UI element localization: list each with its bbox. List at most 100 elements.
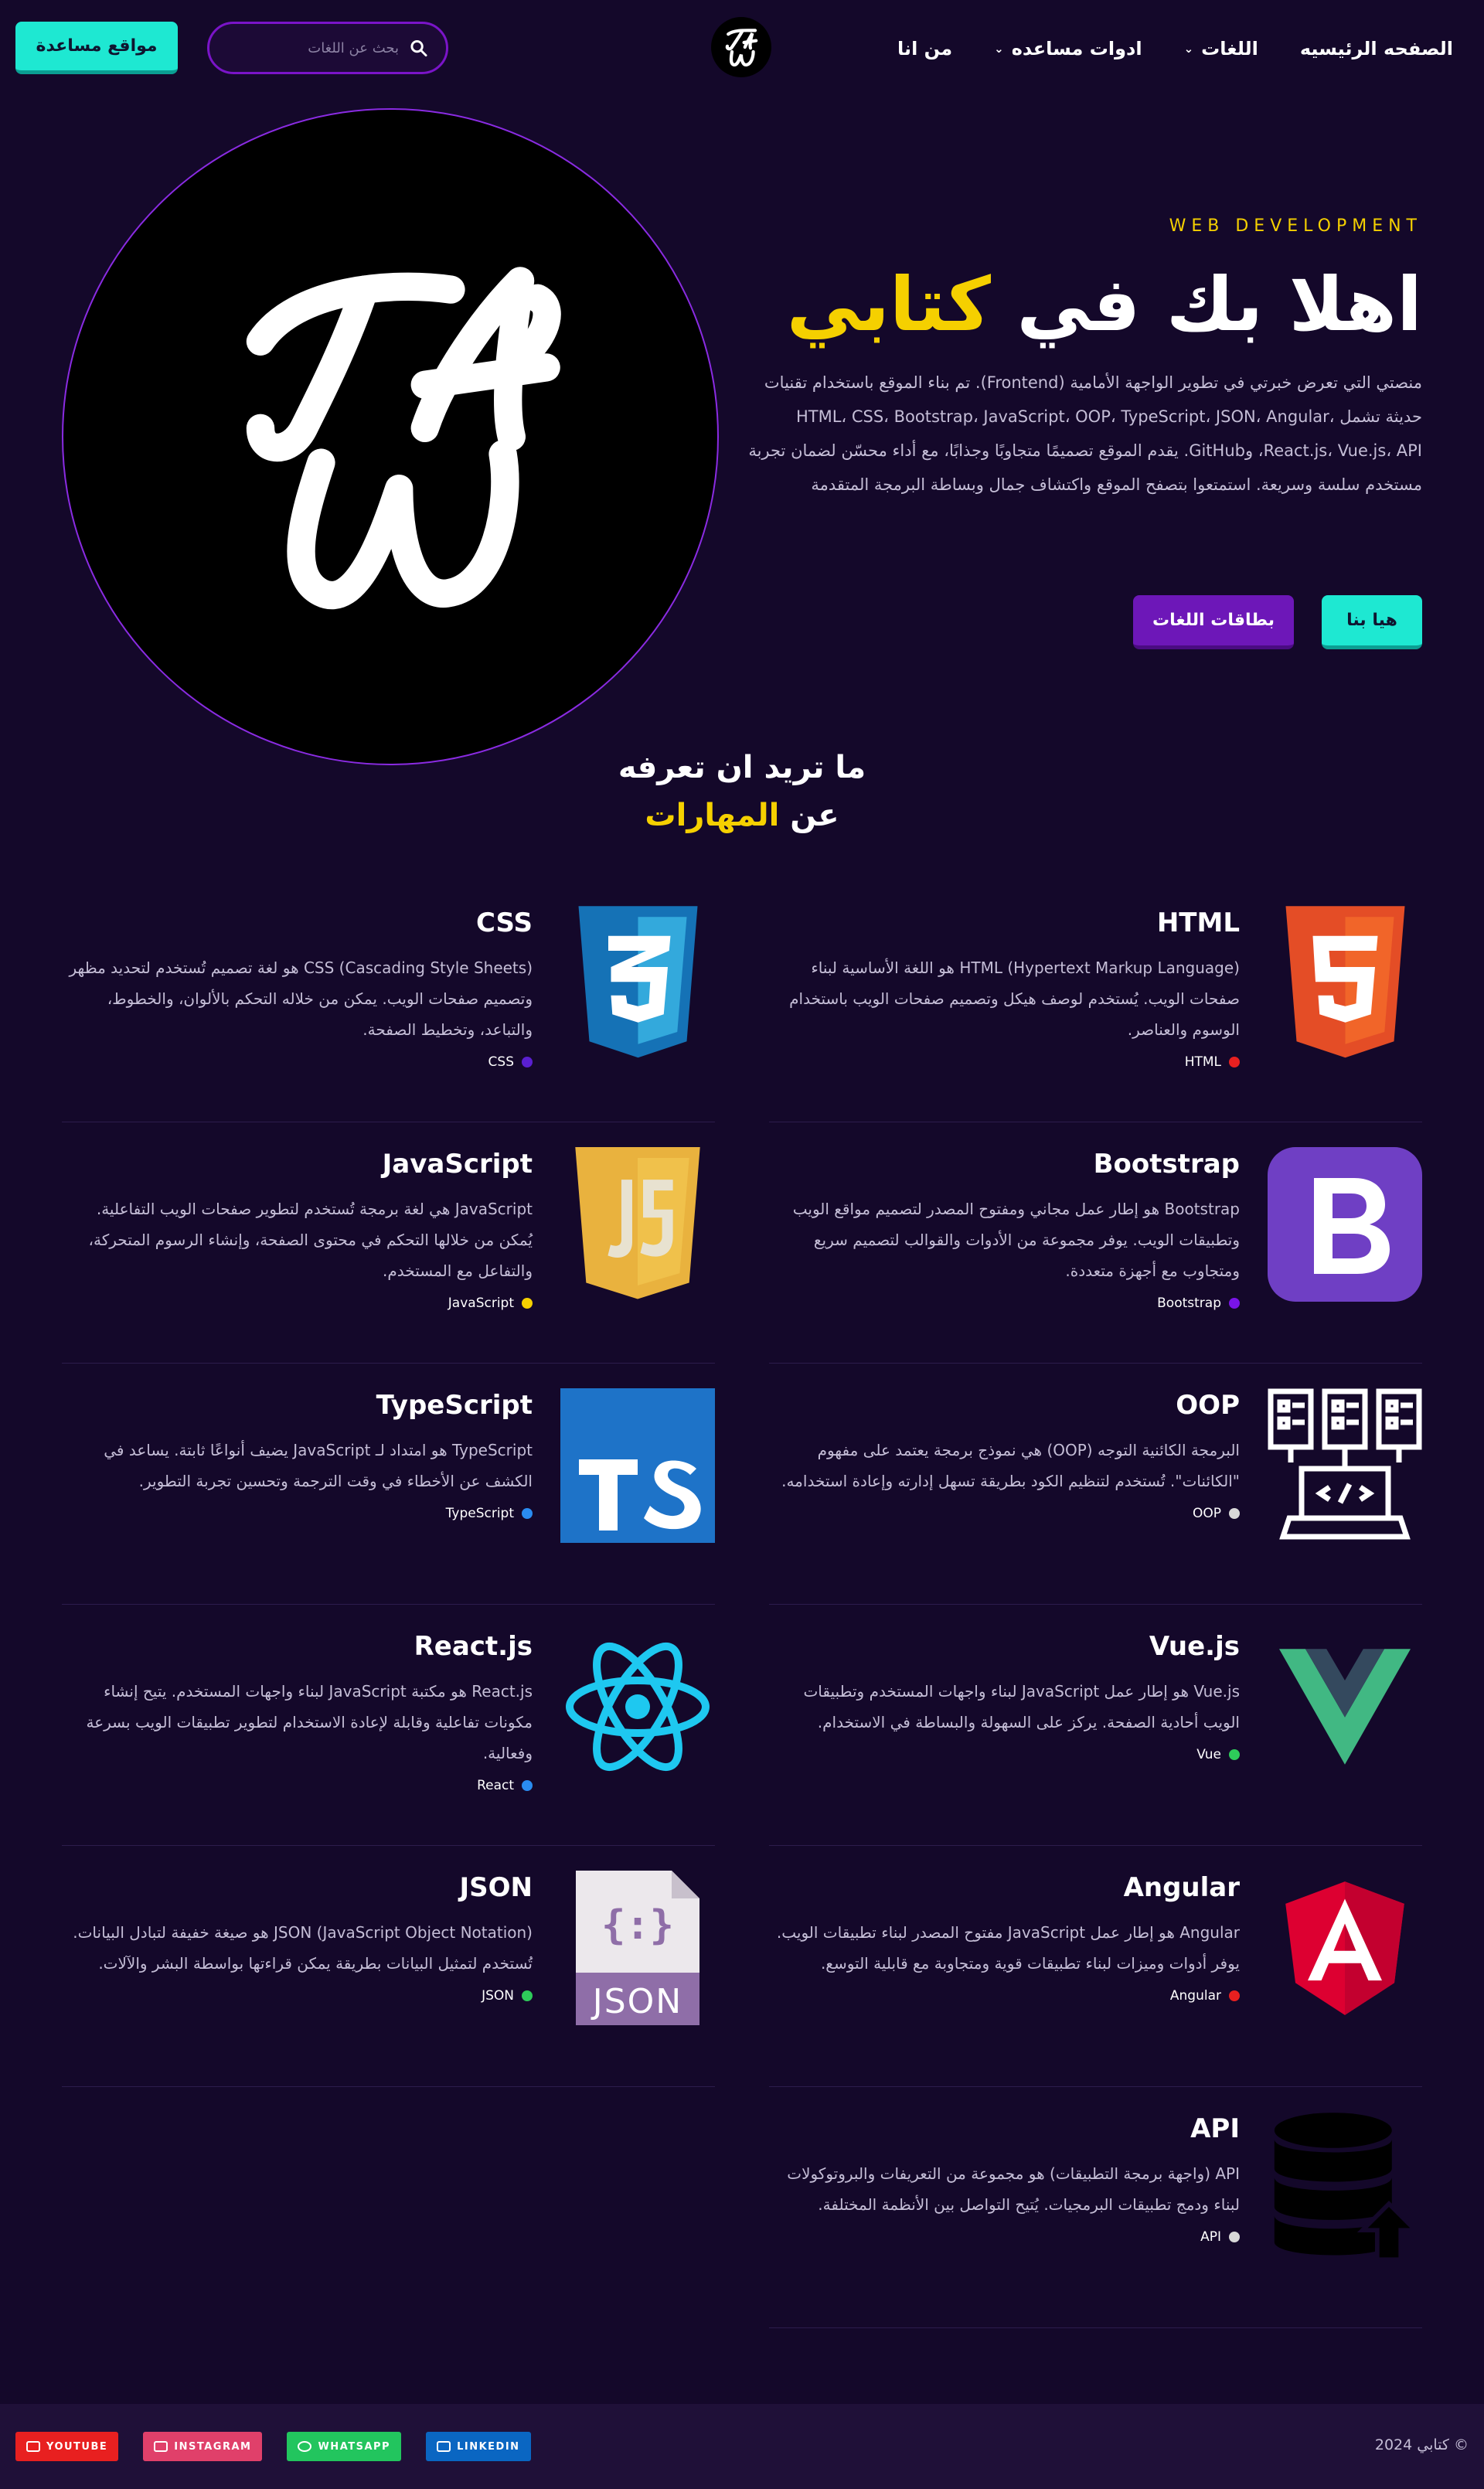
skills-heading-line2: عن المهارات [0, 792, 1484, 839]
search-input[interactable] [225, 39, 399, 56]
skill-description: JavaScript هي لغة برمجة تُستخدم لتطوير ص… [88, 1200, 533, 1280]
skill-description: Angular هو إطار عمل JavaScript مفتوح الم… [776, 1923, 1240, 1973]
skill-tag-label: Angular [1169, 1988, 1221, 2004]
whatsapp-link[interactable]: WHATSAPP [287, 2432, 402, 2461]
status-dot [522, 1780, 533, 1791]
nav-item-label: الصفحه الرئيسيه [1299, 38, 1453, 60]
skill-tag: Angular [769, 1988, 1240, 2004]
skill-title: JavaScript [382, 1149, 533, 1180]
skill-tag-label: HTML [1184, 1054, 1221, 1070]
skill-description: TypeScript هو امتداد لـ JavaScript يضيف … [104, 1441, 533, 1490]
react-icon [560, 1629, 715, 1784]
skill-card-angular[interactable]: Angular Angular هو إطار عمل JavaScript م… [769, 1846, 1422, 2087]
status-dot [522, 1990, 533, 2001]
skill-description: API (واجهة برمجة التطبيقات) هو مجموعة من… [787, 2164, 1240, 2214]
skill-card-html[interactable]: HTML HTML (Hypertext Markup Language) هو… [769, 881, 1422, 1122]
nav-item-label: ادوات مساعده [1011, 38, 1142, 60]
search-icon[interactable] [410, 39, 427, 57]
nav-item-about[interactable]: من انا [897, 38, 952, 60]
status-dot [522, 1057, 533, 1067]
hero-description: منصتي التي تعرض خبرتي في تطوير الواجهة ا… [748, 373, 1422, 495]
skill-card-json[interactable]: {:} JSON JSON JSON (JavaScript Object No… [62, 1846, 715, 2087]
nav-item-helper-tools[interactable]: ادوات مساعده ⌄ [994, 38, 1142, 60]
skill-tag: OOP [769, 1506, 1240, 1521]
skill-description: Bootstrap هو إطار عمل مجاني ومفتوح المصد… [792, 1200, 1240, 1280]
taw-logo-icon [725, 29, 758, 66]
skill-tag-label: React [477, 1778, 514, 1793]
skills-heading-line1: ما تريد ان تعرفه [618, 750, 866, 785]
nav-item-home[interactable]: الصفحه الرئيسيه [1300, 38, 1453, 60]
skill-title: CSS [475, 907, 533, 938]
instagram-link[interactable]: INSTAGRAM [143, 2432, 263, 2461]
skill-card-oop[interactable]: OOP البرمجة الكائنية التوجه (OOP) هي نمو… [769, 1364, 1422, 1605]
hero-title-accent: كتابي [786, 261, 991, 348]
skill-tag-label: JSON [482, 1988, 514, 2004]
json-file-icon: {:} JSON [560, 1871, 715, 2025]
language-cards-button[interactable]: بطاقات اللغات [1133, 595, 1294, 649]
hero-title: اهلا بك في كتابي [742, 262, 1422, 347]
skill-card-bootstrap[interactable]: Bootstrap Bootstrap هو إطار عمل مجاني وم… [769, 1122, 1422, 1364]
status-dot [1229, 2232, 1240, 2242]
status-dot [1229, 1057, 1240, 1067]
vue-icon [1268, 1629, 1422, 1784]
skill-description: JSON (JavaScript Object Notation) هو صيغ… [73, 1923, 533, 1973]
instagram-icon [154, 2441, 168, 2452]
skill-tag-label: TypeScript [445, 1506, 514, 1521]
chevron-down-icon: ⌄ [994, 42, 1004, 56]
skill-title: API [1190, 2113, 1240, 2144]
chevron-down-icon: ⌄ [1183, 42, 1194, 56]
status-dot [1229, 1508, 1240, 1519]
taw-logo-icon [246, 267, 561, 610]
skills-heading: ما تريد ان تعرفه عن المهارات [0, 744, 1484, 839]
skill-card-css[interactable]: CSS CSS (Cascading Style Sheets) هو لغة … [62, 881, 715, 1122]
skill-tag: API [769, 2229, 1240, 2245]
whatsapp-icon [298, 2441, 312, 2452]
skill-card-api[interactable]: API API (واجهة برمجة التطبيقات) هو مجموع… [769, 2087, 1422, 2328]
social-label: WHATSAPP [318, 2440, 391, 2453]
skill-title: Angular [1123, 1872, 1240, 1903]
hero-logo [62, 108, 719, 765]
skill-title: Bootstrap [1093, 1149, 1240, 1180]
skill-card-javascript[interactable]: JavaScript JavaScript هي لغة برمجة تُستخ… [62, 1122, 715, 1364]
lets-go-button[interactable]: هيا بنا [1322, 595, 1422, 649]
hero-content: WEB DEVELOPMENT اهلا بك في كتابي منصتي ا… [742, 216, 1422, 502]
skill-description: Vue.js هو إطار عمل JavaScript لبناء واجه… [803, 1682, 1240, 1731]
skill-tag-label: OOP [1192, 1506, 1221, 1521]
skill-card-react[interactable]: React.js React.js هو مكتبة JavaScript لب… [62, 1605, 715, 1846]
social-links: YOUTUBE INSTAGRAM WHATSAPP LINKEDIN [15, 2432, 531, 2461]
skill-tag: Vue [769, 1747, 1240, 1762]
skills-heading-accent: المهارات [645, 798, 780, 833]
footer: © كتابي 2024 YOUTUBE INSTAGRAM WHATSAPP … [0, 2404, 1484, 2489]
skill-tag-label: Vue [1196, 1747, 1221, 1762]
skill-description: البرمجة الكائنية التوجه (OOP) هي نموذج ب… [781, 1441, 1240, 1490]
linkedin-link[interactable]: LINKEDIN [426, 2432, 531, 2461]
social-label: INSTAGRAM [174, 2440, 252, 2453]
skill-description: HTML (Hypertext Markup Language) هو اللغ… [789, 958, 1240, 1039]
skill-card-typescript[interactable]: TypeScript TypeScript هو امتداد لـ JavaS… [62, 1364, 715, 1605]
nav-item-label: من انا [897, 38, 953, 60]
social-label: YOUTUBE [46, 2440, 108, 2453]
skill-tag: JavaScript [62, 1296, 533, 1311]
youtube-link[interactable]: YOUTUBE [15, 2432, 119, 2461]
helper-sites-button[interactable]: مواقع مساعدة [15, 22, 178, 74]
skill-description: CSS (Cascading Style Sheets) هو لغة تصمي… [69, 958, 533, 1039]
skill-tag: Bootstrap [769, 1296, 1240, 1311]
skill-tag: TypeScript [62, 1506, 533, 1521]
skill-tag-label: Bootstrap [1157, 1296, 1221, 1311]
angular-icon [1268, 1871, 1422, 2025]
status-dot [522, 1508, 533, 1519]
search-box [207, 22, 448, 74]
site-logo[interactable] [711, 17, 771, 77]
skill-title: OOP [1176, 1390, 1240, 1421]
skills-heading-prefix: عن [790, 798, 839, 833]
skill-card-vue[interactable]: Vue.js Vue.js هو إطار عمل JavaScript لبن… [769, 1605, 1422, 1846]
nav-item-label: اللغات [1201, 38, 1258, 60]
skill-title: React.js [414, 1631, 533, 1662]
youtube-icon [26, 2441, 40, 2452]
hero-title-main: اهلا بك في [1016, 261, 1422, 348]
css3-icon [560, 906, 715, 1061]
skill-tag-label: CSS [488, 1054, 514, 1070]
top-navbar: الصفحه الرئيسيه اللغات ⌄ ادوات مساعده ⌄ من… [0, 0, 1484, 97]
social-label: LINKEDIN [457, 2440, 520, 2453]
nav-item-languages[interactable]: اللغات ⌄ [1184, 38, 1258, 60]
